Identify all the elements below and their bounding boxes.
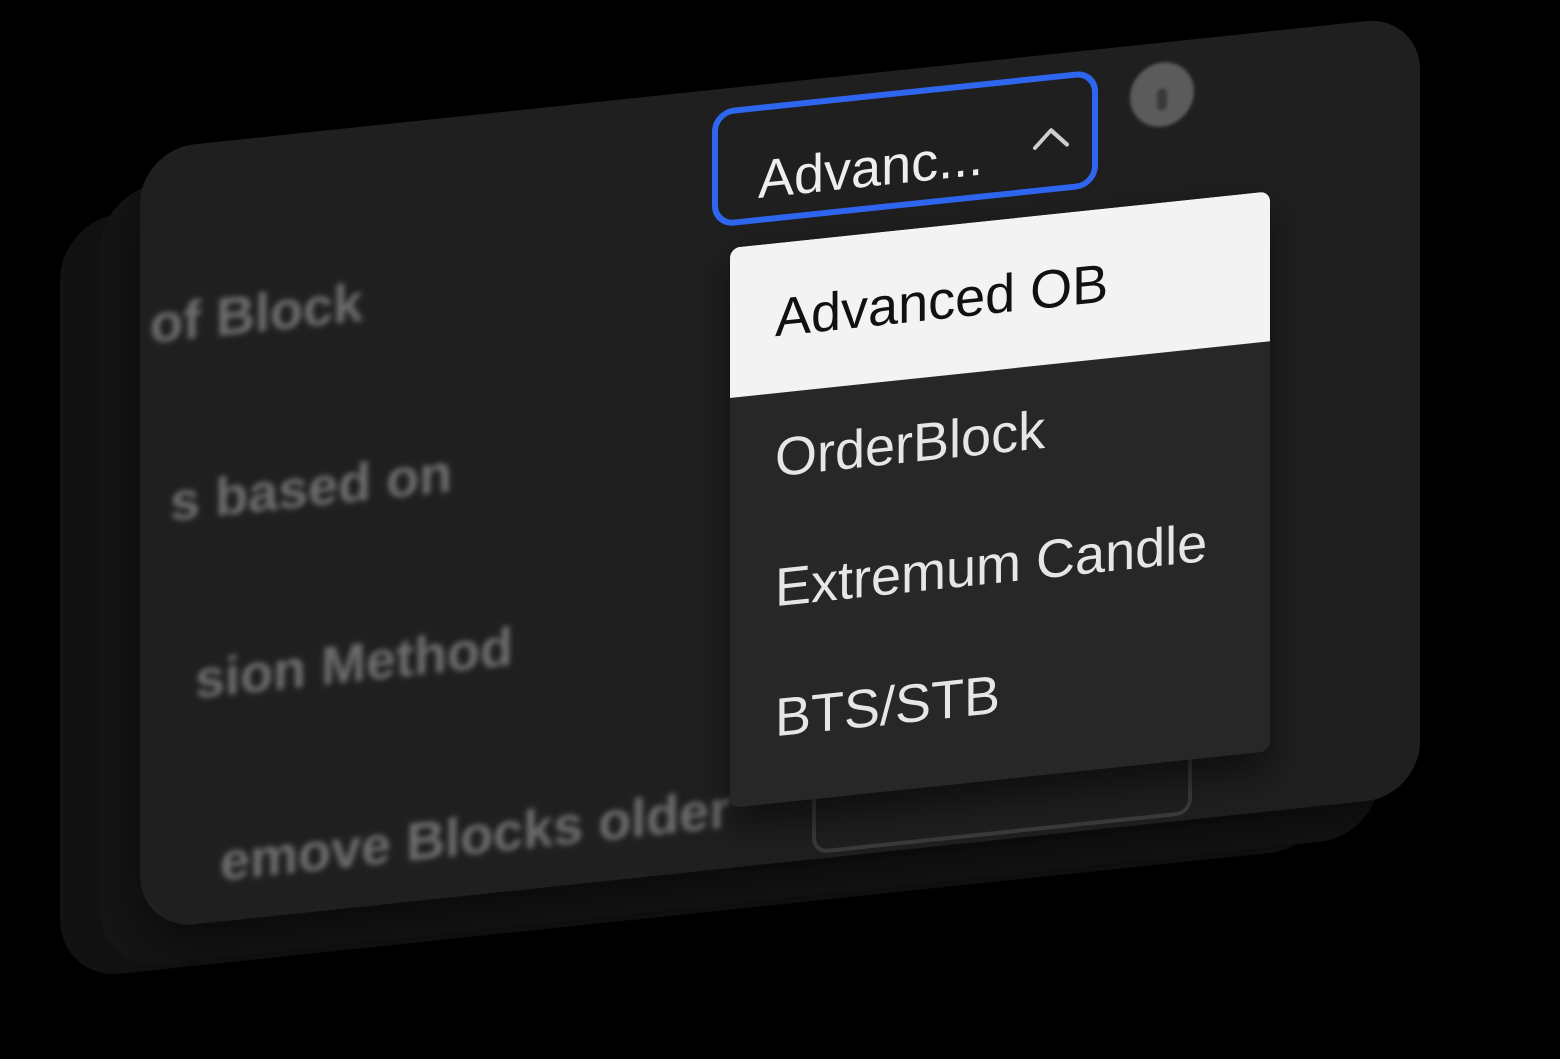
select-current-value: Advanc... [758,126,984,211]
settings-card: of Block s based on sion Method emove Bl… [140,15,1420,931]
setting-label-method: sion Method [195,616,513,711]
info-icon[interactable] [1130,59,1194,130]
block-type-dropdown: Advanced OB OrderBlock Extremum Candle B… [730,191,1270,808]
block-type-select[interactable]: Advanc... [712,69,1098,228]
chevron-up-icon[interactable] [1031,116,1071,160]
card-stack: of Block s based on sion Method emove Bl… [0,0,1560,1059]
setting-label-based-on: s based on [170,443,453,533]
setting-label-block-type: of Block [150,272,364,355]
